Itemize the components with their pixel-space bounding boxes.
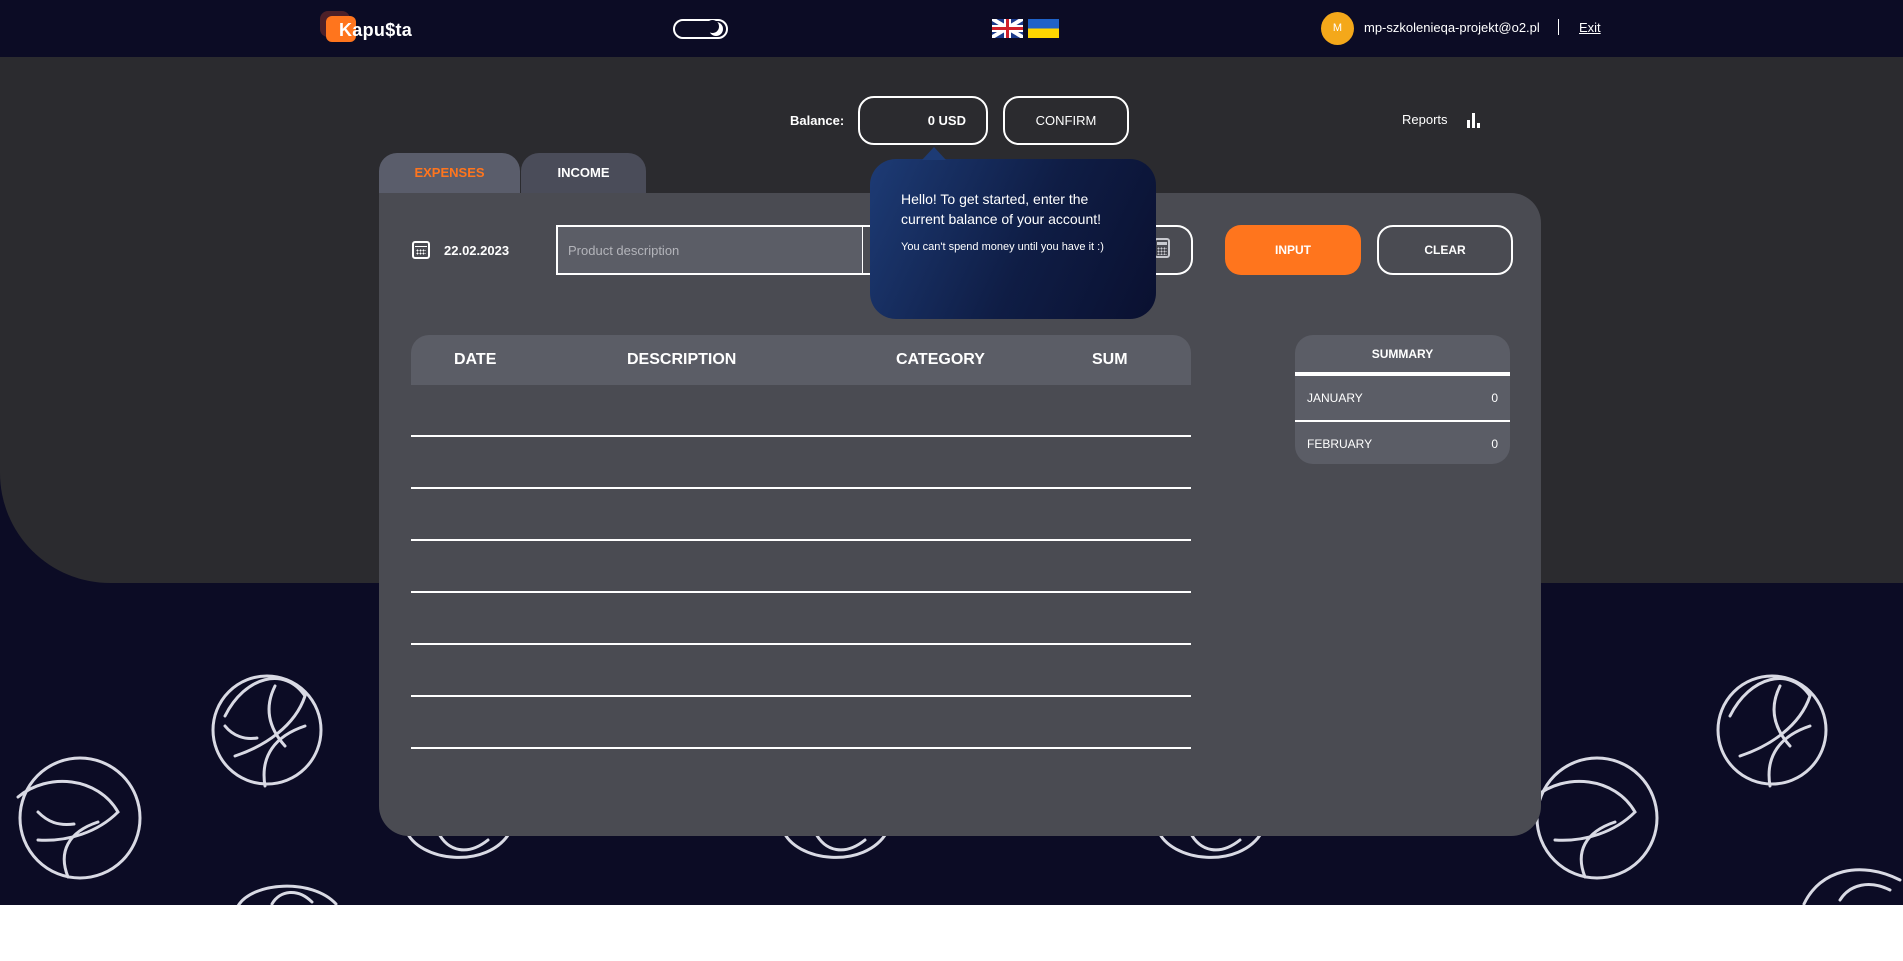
cabbage-decoration: [8, 752, 148, 882]
logo-text: Kapu$ta: [339, 20, 413, 40]
cabbage-decoration: [205, 656, 333, 794]
summary-month: FEBRUARY: [1307, 437, 1373, 451]
input-button[interactable]: INPUT: [1225, 225, 1361, 275]
cabbage-decoration: [1525, 752, 1665, 882]
transactions-table: DATE DESCRIPTION CATEGORY SUM: [411, 335, 1191, 749]
table-row: [411, 385, 1191, 437]
reports-link[interactable]: Reports: [1402, 112, 1448, 127]
cabbage-decoration: [232, 878, 342, 905]
app-root: Kapu$ta M mp-szkolenieqa-projekt@o2.pl E…: [0, 0, 1903, 905]
table-row: [411, 489, 1191, 541]
moon-icon: [706, 20, 723, 36]
table-header: DATE DESCRIPTION CATEGORY SUM: [411, 335, 1191, 385]
bar-chart-icon[interactable]: [1467, 113, 1483, 128]
table-row: [411, 541, 1191, 593]
cabbage-decoration: [1800, 860, 1903, 905]
summary-title: SUMMARY: [1295, 335, 1510, 376]
summary-table: SUMMARY JANUARY 0 FEBRUARY 0: [1295, 335, 1510, 464]
summary-month: JANUARY: [1307, 391, 1363, 405]
clear-button[interactable]: CLEAR: [1377, 225, 1513, 275]
avatar[interactable]: M: [1321, 12, 1354, 45]
table-row: [411, 697, 1191, 749]
summary-value: 0: [1491, 391, 1498, 405]
table-row: [411, 437, 1191, 489]
table-row: [411, 593, 1191, 645]
user-email: mp-szkolenieqa-projekt@o2.pl: [1364, 20, 1540, 35]
language-ua-flag-icon[interactable]: [1028, 19, 1059, 38]
theme-toggle[interactable]: [673, 19, 728, 39]
summary-row: FEBRUARY 0: [1295, 420, 1510, 464]
column-header-category: CATEGORY: [896, 351, 985, 368]
date-value[interactable]: 22.02.2023: [444, 243, 509, 258]
header-divider: [1558, 19, 1559, 35]
column-header-date: DATE: [454, 351, 497, 368]
cabbage-decoration: [1710, 656, 1838, 794]
tooltip-hint: You can't spend money until you have it …: [901, 241, 1104, 253]
summary-row: JANUARY 0: [1295, 376, 1510, 420]
balance-input[interactable]: 0 USD: [858, 96, 988, 145]
balance-label: Balance:: [790, 113, 845, 128]
onboarding-tooltip: Hello! To get started, enter the current…: [870, 147, 1156, 319]
product-description-input[interactable]: [556, 225, 863, 275]
exit-link[interactable]: Exit: [1579, 20, 1601, 35]
header: [0, 0, 1903, 57]
tab-expenses[interactable]: EXPENSES: [379, 153, 520, 193]
summary-value: 0: [1491, 437, 1498, 451]
column-header-sum: SUM: [1092, 351, 1128, 368]
table-row: [411, 645, 1191, 697]
tab-income[interactable]: INCOME: [521, 153, 646, 193]
column-header-description: DESCRIPTION: [627, 351, 737, 368]
tooltip-message: Hello! To get started, enter the current…: [901, 191, 1102, 227]
logo[interactable]: Kapu$ta: [320, 11, 413, 44]
language-en-flag-icon[interactable]: [992, 19, 1023, 38]
calculator-icon: [1154, 238, 1170, 258]
calendar-icon[interactable]: [412, 241, 430, 259]
confirm-button[interactable]: CONFIRM: [1003, 96, 1129, 145]
